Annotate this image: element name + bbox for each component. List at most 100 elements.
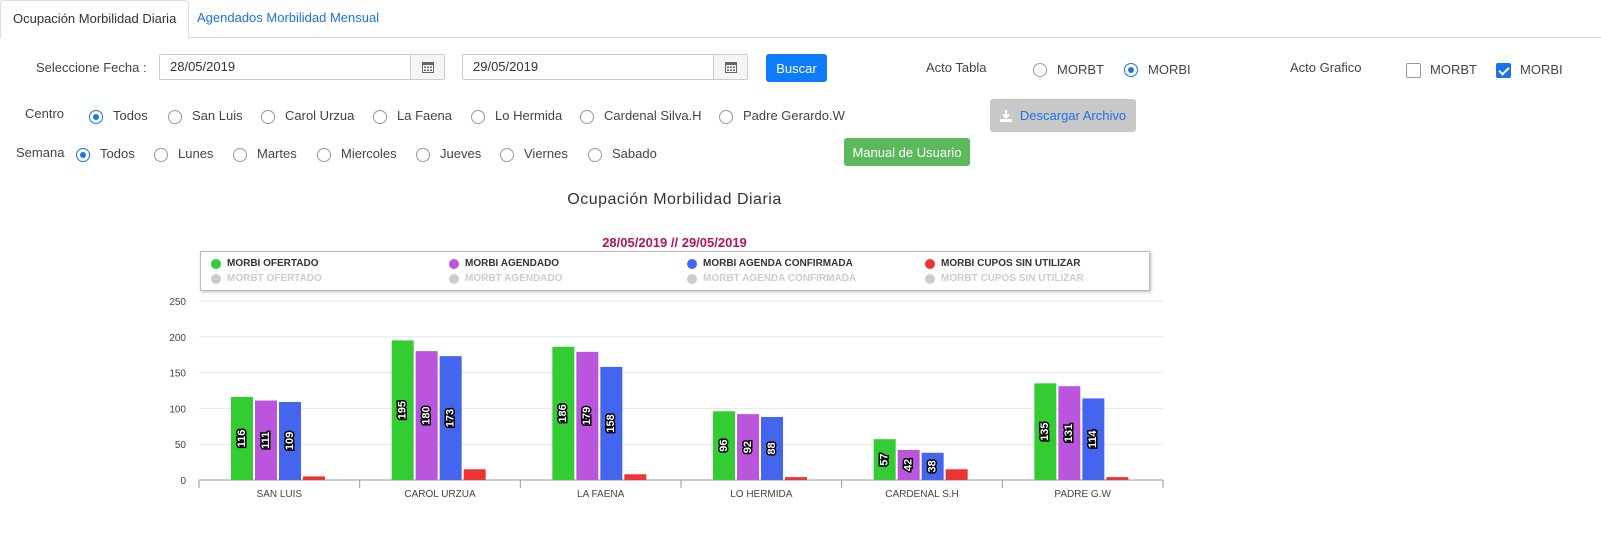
data-label: 92 xyxy=(742,441,754,453)
x-tick-label: CARDENAL S.H xyxy=(885,489,959,500)
chart-legend: MORBI OFERTADO MORBI AGENDADO MORBI AGEN… xyxy=(200,251,1150,291)
legend-label: MORBI CUPOS SIN UTILIZAR xyxy=(941,258,1081,269)
bar xyxy=(303,476,325,480)
legend-dot-icon xyxy=(211,258,221,269)
legend-item[interactable]: MORBT OFERTADO xyxy=(211,273,322,284)
semana-miercoles-radio[interactable] xyxy=(317,148,331,162)
x-tick-label: SAN LUIS xyxy=(257,489,303,500)
y-tick-label: 50 xyxy=(175,440,187,451)
data-label: 131 xyxy=(1063,424,1075,442)
semana-martes-radio[interactable] xyxy=(233,148,247,162)
acto-tabla-morbi-radio[interactable] xyxy=(1124,63,1138,77)
legend-dot-icon xyxy=(925,273,935,284)
legend-item[interactable]: MORBI CUPOS SIN UTILIZAR xyxy=(925,258,1080,269)
centro-padre-gerardo-radio[interactable] xyxy=(719,110,733,124)
legend-item[interactable]: MORBI AGENDA CONFIRMADA xyxy=(687,258,853,269)
acto-tabla-label: Acto Tabla xyxy=(926,60,987,75)
centro-carol-urzua-radio[interactable] xyxy=(261,110,275,124)
semana-jueves-label: Jueves xyxy=(440,146,482,161)
acto-tabla-morbi-label: MORBI xyxy=(1148,62,1191,77)
data-label: 186 xyxy=(557,404,569,422)
data-label: 180 xyxy=(421,406,433,424)
legend-label: MORBT AGENDA CONFIRMADA xyxy=(703,273,857,284)
legend-item[interactable]: MORBT CUPOS SIN UTILIZAR xyxy=(925,273,1084,284)
semana-sabado-label: Sabado xyxy=(612,146,657,161)
acto-tabla-morbt-radio[interactable] xyxy=(1033,63,1047,77)
semana-viernes-radio[interactable] xyxy=(500,148,514,162)
legend-dot-icon xyxy=(449,258,459,269)
legend-dot-icon xyxy=(687,273,697,284)
descargar-label: Descargar Archivo xyxy=(1019,108,1127,123)
y-tick-label: 100 xyxy=(169,404,186,415)
centro-san-luis-radio[interactable] xyxy=(168,110,182,124)
data-label: 96 xyxy=(718,440,730,452)
semana-viernes-label: Viernes xyxy=(524,146,568,161)
data-label: 135 xyxy=(1039,422,1051,440)
data-label: 116 xyxy=(236,430,248,448)
y-tick-label: 0 xyxy=(180,476,186,487)
x-tick-label: LA FAENA xyxy=(577,489,625,500)
semana-todos-label: Todos xyxy=(100,146,135,161)
acto-tabla-morbt-label: MORBT xyxy=(1057,62,1104,77)
manual-usuario-button[interactable]: Manual de Usuario xyxy=(844,138,970,166)
descargar-archivo-button[interactable]: Descargar Archivo xyxy=(990,99,1136,132)
centro-cardenal-silva-radio[interactable] xyxy=(580,110,594,124)
acto-grafico-morbt-checkbox[interactable] xyxy=(1406,63,1421,78)
centro-todos-label: Todos xyxy=(113,108,148,123)
calendar-icon[interactable] xyxy=(410,55,444,79)
legend-item[interactable]: MORBT AGENDADO xyxy=(449,273,562,284)
buscar-button[interactable]: Buscar xyxy=(766,54,827,82)
centro-la-faena-label: La Faena xyxy=(397,108,452,123)
data-label: 57 xyxy=(879,453,891,465)
acto-grafico-label: Acto Grafico xyxy=(1290,60,1362,75)
fecha-desde-value: 28/05/2019 xyxy=(170,59,236,74)
semana-lunes-label: Lunes xyxy=(178,146,214,161)
x-tick-label: LO HERMIDA xyxy=(730,489,793,500)
legend-dot-icon xyxy=(687,258,697,269)
tab-bar: Ocupación Morbilidad Diaria Agendados Mo… xyxy=(0,0,1601,39)
centro-lo-hermida-radio[interactable] xyxy=(471,110,485,124)
tab-agendados-morbilidad-mensual[interactable]: Agendados Morbilidad Mensual xyxy=(185,0,391,36)
centro-padre-gerardo-label: Padre Gerardo.W xyxy=(743,108,845,123)
fecha-label: Seleccione Fecha : xyxy=(36,60,147,75)
x-tick-label: CAROL URZUA xyxy=(404,489,476,500)
data-label: 195 xyxy=(397,401,409,419)
fecha-hasta-field[interactable]: 29/05/2019 xyxy=(462,54,748,80)
acto-grafico-morbi-checkbox[interactable] xyxy=(1496,63,1511,78)
legend-label: MORBI OFERTADO xyxy=(227,258,319,269)
legend-dot-icon xyxy=(211,273,221,284)
data-label: 173 xyxy=(445,409,457,427)
data-label: 111 xyxy=(260,432,272,449)
bar-chart: 0 50 100 150 200 250 116 111 109 SAN LUIS 195 180 17… xyxy=(169,297,1164,500)
legend-item[interactable]: MORBI AGENDADO xyxy=(449,258,559,269)
acto-grafico-morbi-label: MORBI xyxy=(1520,62,1563,77)
fecha-desde-field[interactable]: 28/05/2019 xyxy=(159,54,445,80)
y-tick-label: 250 xyxy=(169,297,186,308)
centro-lo-hermida-label: Lo Hermida xyxy=(495,108,563,123)
legend-item[interactable]: MORBI OFERTADO xyxy=(211,258,318,269)
data-label: 88 xyxy=(766,442,778,454)
legend-label: MORBT CUPOS SIN UTILIZAR xyxy=(941,273,1084,284)
semana-sabado-radio[interactable] xyxy=(588,148,602,162)
semana-jueves-radio[interactable] xyxy=(416,148,430,162)
tab-ocupacion-morbilidad-diaria[interactable]: Ocupación Morbilidad Diaria xyxy=(0,0,190,39)
semana-lunes-radio[interactable] xyxy=(154,148,168,162)
data-label: 38 xyxy=(927,460,939,472)
fecha-hasta-value: 29/05/2019 xyxy=(473,59,539,74)
data-label: 179 xyxy=(581,407,593,425)
legend-dot-icon xyxy=(925,258,935,269)
semana-martes-label: Martes xyxy=(257,146,297,161)
centro-todos-radio[interactable] xyxy=(89,110,103,124)
centro-san-luis-label: San Luis xyxy=(192,108,243,123)
legend-label: MORBT AGENDADO xyxy=(465,273,563,284)
centro-carol-urzua-label: Carol Urzua xyxy=(285,108,355,123)
bar xyxy=(463,469,486,480)
semana-todos-radio[interactable] xyxy=(76,148,90,162)
y-tick-label: 200 xyxy=(169,333,186,344)
legend-dot-icon xyxy=(449,273,459,284)
semana-miercoles-label: Miercoles xyxy=(341,146,397,161)
legend-item[interactable]: MORBT AGENDA CONFIRMADA xyxy=(687,273,856,284)
calendar-icon[interactable] xyxy=(713,55,747,79)
centro-la-faena-radio[interactable] xyxy=(373,110,387,124)
chart-subtitle: 28/05/2019 // 29/05/2019 xyxy=(602,235,747,250)
